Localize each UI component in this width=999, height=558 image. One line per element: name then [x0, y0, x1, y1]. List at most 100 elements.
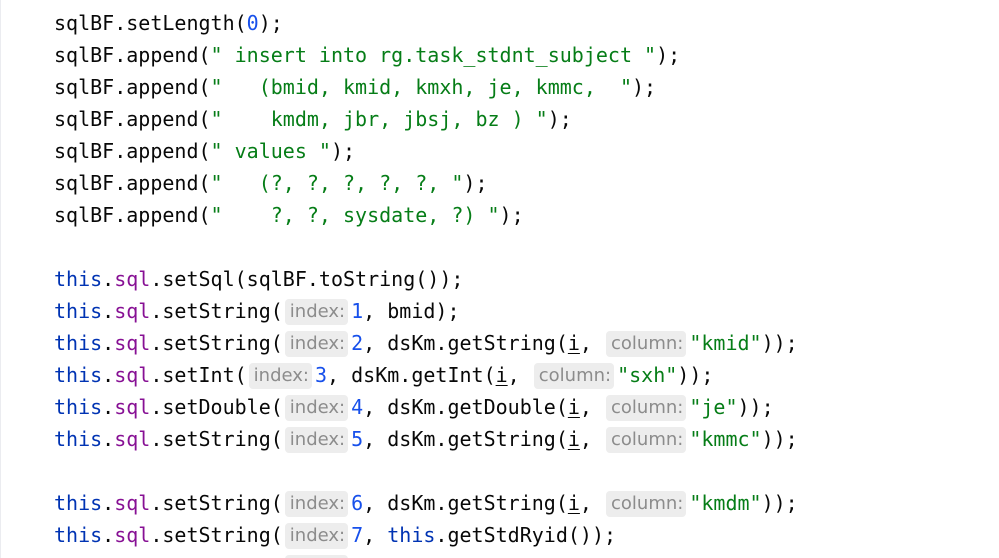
number-literal: 5: [351, 427, 364, 451]
code-line[interactable]: this.sql.setDouble(index: 4, dsKm.getDoub…: [54, 391, 798, 423]
parameter-hint: column:: [606, 395, 687, 421]
code-token: .setString(: [150, 299, 283, 323]
code-line[interactable]: this.sql.setString(index: 6, dsKm.getStri…: [54, 487, 798, 519]
keyword-token: this: [54, 299, 103, 323]
code-token: ,: [363, 523, 388, 547]
keyword-token: this: [54, 491, 103, 515]
parameter-hint: index:: [284, 299, 349, 325]
code-line[interactable]: [54, 231, 798, 263]
number-literal: 7: [351, 523, 364, 547]
field-token: sql: [114, 331, 151, 355]
code-token: );: [631, 75, 657, 99]
variable-token: i: [567, 427, 580, 451]
code-token: ,: [579, 395, 604, 419]
number-literal: 2: [351, 331, 364, 355]
field-token: sql: [114, 491, 151, 515]
code-token: ,: [579, 331, 604, 355]
string-literal: " ?, ?, sysdate, ?) ": [210, 203, 500, 227]
code-token: .setString(: [150, 491, 283, 515]
code-token: .setString(: [150, 427, 283, 451]
variable-token: i: [567, 331, 580, 355]
code-line[interactable]: sqlBF.setLength(0);: [54, 7, 798, 39]
code-token: .: [102, 491, 115, 515]
code-token: );: [656, 43, 681, 67]
string-literal: " kmdm, jbr, jbsj, bz ) ": [210, 107, 548, 131]
code-token: ,: [507, 363, 532, 387]
code-line[interactable]: sqlBF.append(" (?, ?, ?, ?, ?, ");: [54, 167, 798, 199]
code-token: ,: [579, 427, 604, 451]
field-token: sql: [114, 267, 151, 291]
field-token: sql: [114, 395, 151, 419]
code-line[interactable]: [54, 455, 798, 487]
parameter-hint: index:: [284, 427, 349, 453]
code-token: .: [102, 523, 115, 547]
number-literal: 6: [351, 491, 364, 515]
code-line[interactable]: sqlBF.append(" values ");: [54, 135, 798, 167]
code-token: );: [258, 11, 283, 35]
code-token: );: [499, 203, 524, 227]
code-line[interactable]: sqlBF.append(" ?, ?, sysdate, ?) ");: [54, 199, 798, 231]
string-literal: " values ": [210, 139, 331, 163]
code-token: , dsKm.getInt(: [327, 363, 496, 387]
keyword-token: this: [387, 523, 436, 547]
field-token: sql: [114, 523, 151, 547]
code-token: ));: [737, 395, 774, 419]
code-token: );: [463, 171, 488, 195]
code-token: ,: [579, 491, 604, 515]
code-line[interactable]: this.sql.setString(index: 7, this.getStdR…: [54, 519, 798, 551]
parameter-hint: column:: [533, 363, 615, 389]
code-line[interactable]: this.sql.setString(index: 1, bmid);: [54, 295, 798, 327]
code-token: sqlBF.append(: [54, 139, 211, 163]
code-line[interactable]: this.sql.setString(index: 5, dsKm.getStri…: [54, 423, 798, 455]
code-line[interactable]: this.sql.setSql(sqlBF.toString());: [54, 263, 798, 295]
code-token: .: [102, 395, 115, 419]
code-token: ));: [677, 363, 714, 387]
code-line[interactable]: sqlBF.append(" kmdm, jbr, jbsj, bz ) ");: [54, 103, 798, 135]
keyword-token: this: [54, 267, 103, 291]
code-line[interactable]: sqlBF.append(" insert into rg.task_stdnt…: [54, 39, 798, 71]
code-line[interactable]: sqlBF.append(" (bmid, kmid, kmxh, je, km…: [54, 71, 798, 103]
keyword-token: this: [54, 331, 103, 355]
code-line[interactable]: this.sql.setString(index: 2, dsKm.getStri…: [54, 327, 798, 359]
code-lines[interactable]: sqlBF.setLength(0); sqlBF.append(" insert…: [54, 7, 798, 558]
code-token: .: [102, 363, 115, 387]
code-token: sqlBF.append(: [54, 203, 211, 227]
code-line[interactable]: this.sql.setInt(index: 3, dsKm.getInt(i, …: [54, 359, 798, 391]
code-token: , dsKm.getString(: [363, 427, 568, 451]
number-literal: 1: [351, 299, 364, 323]
code-token: sqlBF.append(: [54, 75, 211, 99]
string-literal: "kmid": [689, 331, 762, 355]
field-token: sql: [114, 427, 151, 451]
code-token: , dsKm.getString(: [363, 491, 568, 515]
string-literal: "je": [689, 395, 738, 419]
string-literal: " insert into rg.task_stdnt_subject ": [210, 43, 657, 67]
parameter-hint: column:: [606, 427, 687, 453]
code-token: );: [547, 107, 572, 131]
code-token: .setString(: [150, 331, 283, 355]
variable-token: i: [495, 363, 508, 387]
variable-token: i: [567, 491, 580, 515]
code-editor[interactable]: sqlBF.setLength(0); sqlBF.append(" insert…: [0, 0, 999, 558]
variable-token: i: [567, 395, 580, 419]
keyword-token: this: [54, 427, 103, 451]
field-token: sql: [114, 299, 151, 323]
string-literal: " (bmid, kmid, kmxh, je, kmmc, ": [210, 75, 632, 99]
number-literal: 3: [314, 363, 328, 387]
code-line[interactable]: this.sql.setString(index:8, this.getDate…: [54, 551, 798, 558]
code-token: sqlBF.append(: [54, 171, 211, 195]
code-token: .: [102, 331, 115, 355]
parameter-hint: column:: [606, 491, 687, 517]
parameter-hint: index:: [284, 523, 349, 549]
code-token: .: [102, 427, 115, 451]
keyword-token: this: [54, 363, 103, 387]
code-token: sqlBF.append(: [54, 107, 211, 131]
code-token: sqlBF.setLength(: [54, 11, 247, 35]
code-token: .setString(: [150, 523, 283, 547]
parameter-hint: index:: [284, 331, 349, 357]
code-token: .setSql(sqlBF.toString());: [150, 267, 464, 291]
code-token: .setInt(: [150, 363, 247, 387]
code-token: .setDouble(: [150, 395, 283, 419]
number-literal: 4: [351, 395, 364, 419]
code-token: .: [102, 299, 115, 323]
code-token: , dsKm.getString(: [363, 331, 568, 355]
